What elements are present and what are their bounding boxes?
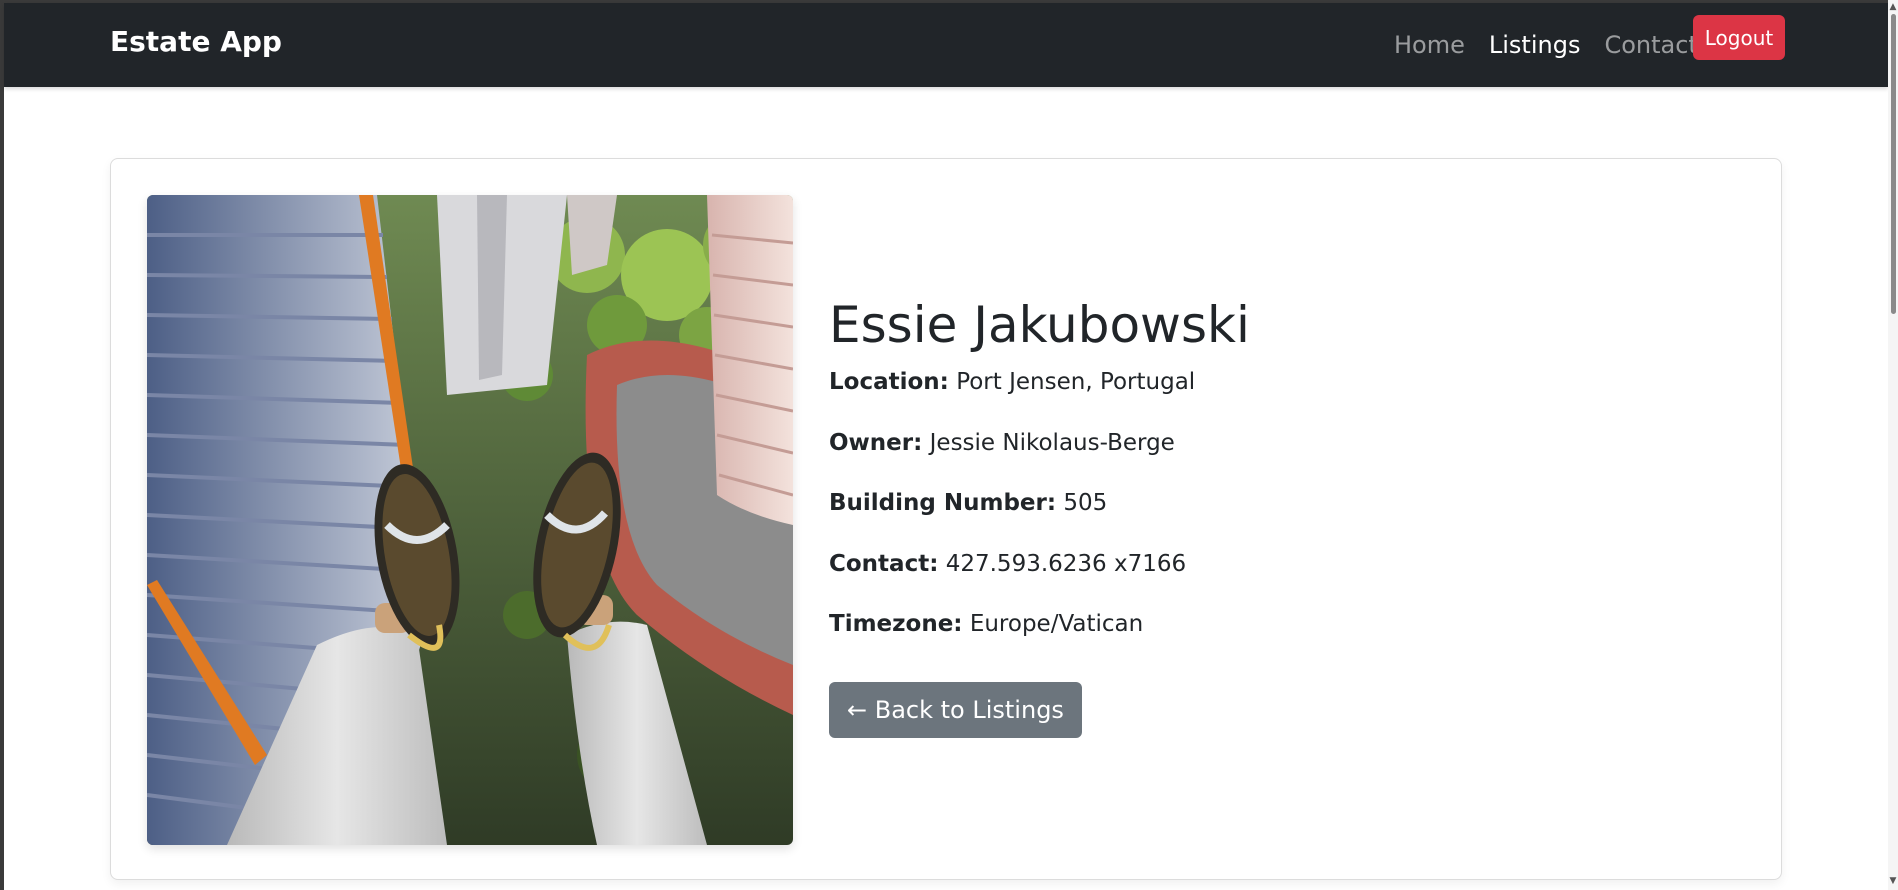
field-value: Jessie Nikolaus-Berge <box>929 429 1175 456</box>
listing-card: Essie Jakubowski Location: Port Jensen, … <box>110 158 1782 880</box>
listing-title: Essie Jakubowski <box>829 296 1250 354</box>
building-number-field: Building Number: 505 <box>829 490 1729 518</box>
field-value: 427.593.6236 x7166 <box>945 550 1187 577</box>
navbar: Estate App Home Listings Contact Logout <box>4 3 1888 87</box>
scroll-up-arrow-icon[interactable]: ▲ <box>1888 2 1898 12</box>
field-value: 505 <box>1063 490 1108 517</box>
nav-link-contact[interactable]: Contact <box>1604 31 1697 60</box>
field-label: Contact: <box>829 550 939 577</box>
timezone-field: Timezone: Europe/Vatican <box>829 611 1729 639</box>
field-label: Building Number: <box>829 490 1057 517</box>
nav-links: Home Listings Contact <box>1394 31 1698 60</box>
nav-link-home[interactable]: Home <box>1394 31 1465 60</box>
brand-logo[interactable]: Estate App <box>110 25 282 58</box>
field-value: Europe/Vatican <box>969 611 1144 638</box>
back-to-listings-button[interactable]: ← Back to Listings <box>829 681 1082 738</box>
scrollbar-thumb[interactable] <box>1891 14 1896 314</box>
logout-button[interactable]: Logout <box>1693 15 1785 60</box>
scroll-down-arrow-icon[interactable]: ▼ <box>1888 876 1898 886</box>
owner-field: Owner: Jessie Nikolaus-Berge <box>829 430 1729 458</box>
nav-link-listings[interactable]: Listings <box>1489 31 1581 60</box>
window-frame-left <box>0 0 4 890</box>
contact-field: Contact: 427.593.6236 x7166 <box>829 551 1729 579</box>
city-rooftop-image <box>147 195 793 845</box>
field-label: Timezone: <box>829 611 963 638</box>
field-value: Port Jensen, Portugal <box>956 369 1196 395</box>
location-field: Location: Port Jensen, Portugal <box>829 369 1729 397</box>
listing-info: Essie Jakubowski Location: Port Jensen, … <box>829 295 1729 738</box>
field-label: Owner: <box>829 429 923 456</box>
listing-photo <box>147 195 793 845</box>
field-label: Location: <box>829 369 949 395</box>
